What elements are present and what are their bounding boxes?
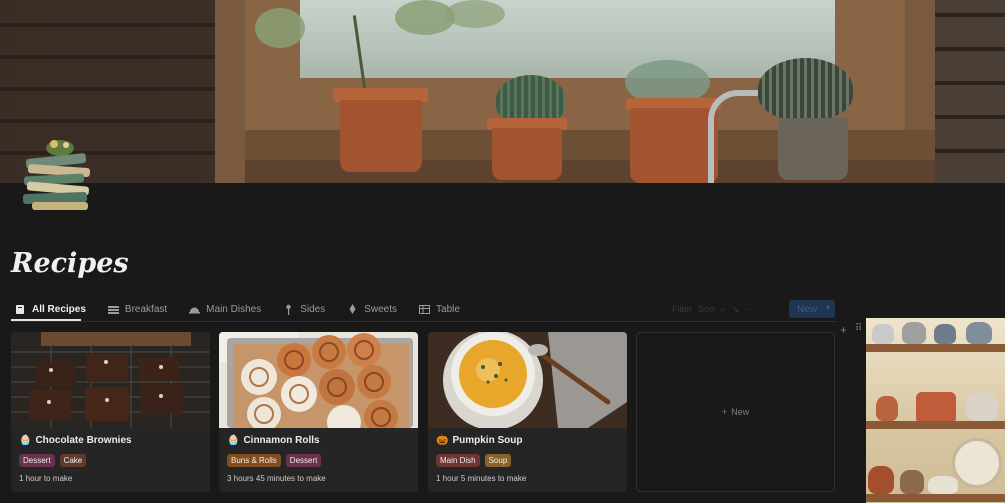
search-icon[interactable]: ⌕ — [721, 304, 726, 315]
pumpkin-icon: 🎃 — [436, 435, 449, 446]
recipe-tags: Main Dish Soup — [436, 454, 512, 467]
more-icon[interactable]: ··· — [745, 304, 754, 314]
plant-leaves — [255, 8, 305, 48]
pin-icon — [283, 304, 294, 315]
recipe-cover-image — [428, 332, 627, 428]
jar — [900, 470, 924, 494]
new-card-label: New — [731, 407, 750, 417]
new-card-button[interactable]: + New — [636, 332, 835, 492]
cover-wall-right — [935, 0, 1005, 183]
jar — [868, 466, 894, 494]
view-toolbar: Filter Sort ⌕ ↘ ··· — [672, 300, 754, 318]
tab-label: Breakfast — [124, 303, 168, 315]
recipe-title: Chocolate Brownies — [35, 435, 132, 446]
plus-icon: + — [721, 407, 728, 417]
tab-label: Sides — [300, 303, 326, 315]
pottery-house — [916, 392, 956, 421]
recipe-name: 🧁 Chocolate Brownies — [19, 435, 132, 446]
teapot — [934, 324, 956, 344]
recipe-name: 🧁 Cinnamon Rolls — [227, 435, 320, 446]
recipe-cover-image — [11, 332, 210, 428]
recipe-tags: Dessert Cake — [19, 454, 87, 467]
tab-label: Sweets — [364, 303, 398, 315]
filter-button[interactable]: Filter — [672, 304, 692, 314]
tab-sweets[interactable]: Sweets — [343, 300, 401, 318]
new-button[interactable]: New ▾ — [789, 300, 835, 318]
shelf-image[interactable] — [866, 318, 1005, 503]
plate — [952, 438, 1002, 488]
books-icon — [22, 140, 90, 210]
new-button-label: New — [797, 303, 818, 315]
pot — [630, 108, 718, 183]
rows-icon — [107, 304, 119, 315]
link-icon[interactable]: ↘ — [732, 304, 740, 315]
shelf-board — [866, 344, 1005, 352]
recipe-time: 1 hour to make — [19, 474, 73, 483]
tab-label: Table — [436, 303, 460, 315]
tag-badge: Dessert — [285, 454, 322, 467]
tabs-divider — [11, 321, 836, 322]
cactus — [758, 58, 853, 120]
chevron-down-icon[interactable]: ▾ — [826, 303, 830, 312]
recipe-title: Pumpkin Soup — [452, 435, 523, 446]
add-block-plus-icon[interactable]: + — [840, 323, 847, 337]
tab-label: Main Dishes — [206, 303, 262, 315]
sort-button[interactable]: Sort — [698, 304, 715, 314]
tag-badge: Main Dish — [436, 454, 480, 467]
teapot — [966, 322, 992, 344]
page-cover[interactable] — [0, 0, 1005, 183]
shelf-board — [866, 494, 1005, 502]
pottery-house — [876, 396, 898, 421]
recipe-card[interactable]: 🧁 Cinnamon Rolls Buns & Rolls Dessert 3 … — [219, 332, 418, 492]
recipe-time: 3 hours 45 minutes to make — [227, 474, 326, 483]
tab-table[interactable]: Table — [415, 300, 464, 318]
teapot — [902, 322, 926, 344]
plant-leaves — [445, 0, 505, 28]
recipe-tags: Buns & Rolls Dessert — [227, 454, 322, 467]
drag-handle-icon[interactable]: ⠿ — [855, 323, 862, 334]
book-icon — [15, 304, 26, 315]
recipe-time: 1 hour 5 minutes to make — [436, 474, 527, 483]
tab-main-dishes[interactable]: Main Dishes — [185, 300, 265, 318]
tag-badge: Buns & Rolls — [227, 454, 281, 467]
recipe-name: 🎃 Pumpkin Soup — [436, 435, 522, 446]
tab-label: All Recipes — [32, 303, 86, 315]
page-title[interactable]: Recipes — [11, 248, 129, 279]
recipe-cover-image — [219, 332, 418, 428]
recipe-card[interactable]: 🧁 Chocolate Brownies Dessert Cake 1 hour… — [11, 332, 210, 492]
teapot — [872, 324, 894, 344]
tab-breakfast[interactable]: Breakfast — [104, 300, 171, 318]
tag-badge: Cake — [59, 454, 87, 467]
teapot — [966, 392, 998, 421]
cover-window-glass — [300, 0, 835, 78]
tab-sides[interactable]: Sides — [279, 300, 329, 318]
pot — [340, 100, 422, 172]
page-icon-books[interactable] — [18, 136, 96, 214]
pot — [778, 118, 848, 180]
pot — [492, 128, 562, 180]
bowl — [928, 476, 958, 494]
cupcake-icon: 🧁 — [19, 435, 32, 446]
table-icon — [419, 304, 431, 315]
recipe-card[interactable]: 🎃 Pumpkin Soup Main Dish Soup 1 hour 5 m… — [428, 332, 627, 492]
lightbulb-icon — [347, 303, 358, 315]
shelf-board — [866, 421, 1005, 429]
tab-all-recipes[interactable]: All Recipes — [11, 300, 90, 318]
tag-badge: Soup — [484, 454, 512, 467]
recipe-title: Cinnamon Rolls — [243, 435, 320, 446]
cupcake-icon: 🧁 — [227, 435, 240, 446]
tag-badge: Dessert — [19, 454, 55, 467]
cloche-icon — [189, 304, 201, 315]
